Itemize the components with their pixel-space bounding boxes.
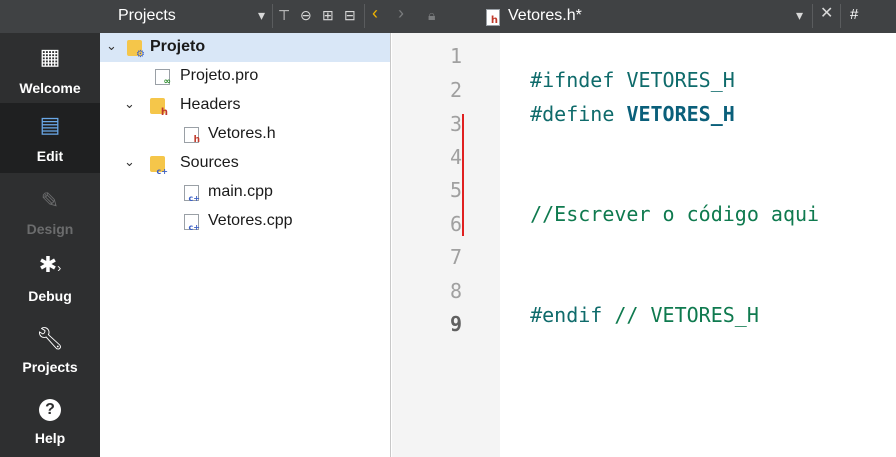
header-file-icon: [486, 9, 500, 26]
header-file-icon: h: [184, 127, 200, 145]
filter-icon[interactable]: ⊤: [278, 6, 290, 24]
symbols-hash[interactable]: #: [850, 6, 858, 24]
line-number: 8: [449, 279, 462, 303]
sources-folder-icon: c+: [150, 156, 168, 176]
mode-label: Projects: [22, 359, 78, 375]
split-add-icon[interactable]: ⊞: [322, 6, 334, 24]
tree-item-label: Vetores.h: [208, 125, 276, 142]
tree-item-label: main.cpp: [208, 183, 273, 200]
cpp-file-icon: c+: [184, 214, 200, 232]
line-number-current: 9: [449, 312, 462, 336]
separator: [364, 4, 365, 28]
tree-item-project[interactable]: ⌄ ⚙ Projeto: [100, 33, 390, 62]
cpp-file-icon: c+: [184, 185, 200, 203]
mode-selector: ▦ Welcome ▤ Edit ✎ Design ✱› Debug 🔧︎ Pr…: [0, 33, 100, 457]
separator: [812, 4, 813, 28]
preprocessor-directive: #endif: [530, 303, 603, 327]
mode-label: Design: [26, 221, 74, 237]
wrench-icon: 🔧︎: [36, 326, 64, 351]
expand-arrow-icon[interactable]: ⌄: [106, 38, 117, 54]
line-number: 3: [449, 112, 462, 136]
dropdown-arrow-icon[interactable]: ▾: [258, 6, 265, 24]
macro-name: VETORES_H: [626, 102, 735, 126]
mode-label: Welcome: [19, 80, 81, 96]
tree-item-pro-file[interactable]: ∞ Projeto.pro: [100, 62, 390, 91]
tree-item-sources[interactable]: ⌄ c+ Sources: [100, 149, 390, 178]
line-number: 7: [449, 245, 462, 269]
expand-arrow-icon[interactable]: ⌄: [124, 154, 135, 170]
line-number: 1: [449, 44, 462, 68]
preprocessor-directive: #define: [530, 102, 615, 126]
top-toolbar: Projects ▾ ⊤ ⊖ ⊞ ⊟ ‹ › 🔒︎ Vetores.h* ▾ ✕…: [0, 0, 896, 33]
code-line-5[interactable]: //Escrever o código aqui: [506, 178, 819, 226]
tree-item-vetores-cpp[interactable]: c+ Vetores.cpp: [100, 207, 390, 236]
code-comment: //Escrever o código aqui: [530, 202, 820, 226]
code-line-2[interactable]: #define VETORES_H: [506, 78, 735, 126]
lock-icon: 🔒︎: [428, 7, 436, 23]
close-pane-icon[interactable]: ⊟: [344, 6, 356, 24]
separator: [840, 4, 841, 28]
project-tree: ⌄ ⚙ Projeto ∞ Projeto.pro ⌄ h Headers h …: [100, 33, 391, 457]
headers-folder-icon: h: [150, 98, 168, 118]
line-number: 5: [449, 178, 462, 202]
close-icon[interactable]: ✕: [820, 5, 833, 23]
tree-item-label: Projeto.pro: [180, 67, 259, 84]
mode-edit[interactable]: ▤ Edit: [0, 103, 100, 173]
projects-pane-title: Projects: [118, 7, 176, 24]
document-icon: ▤: [39, 112, 61, 137]
code-line-8[interactable]: #endif // VETORES_H: [506, 279, 759, 327]
expand-arrow-icon[interactable]: ⌄: [124, 96, 135, 112]
code-comment: // VETORES_H: [614, 303, 759, 327]
question-icon: ?: [0, 395, 100, 421]
line-number: 4: [449, 145, 462, 169]
mode-debug[interactable]: ✱› Debug: [0, 243, 100, 313]
mode-design[interactable]: ✎ Design: [0, 173, 100, 243]
bug-icon: ✱›: [38, 252, 62, 277]
tree-item-label: Vetores.cpp: [208, 212, 293, 229]
line-number: 2: [449, 78, 462, 102]
separator: [272, 4, 273, 28]
line-number: 6: [449, 212, 462, 236]
tree-item-headers[interactable]: ⌄ h Headers: [100, 91, 390, 120]
tree-item-label: Headers: [180, 96, 241, 113]
link-icon[interactable]: ⊖: [300, 6, 312, 24]
tree-item-vetores-h[interactable]: h Vetores.h: [100, 120, 390, 149]
grid-icon: ▦: [39, 44, 61, 69]
back-arrow-icon[interactable]: ‹: [372, 4, 378, 22]
mode-label: Debug: [28, 288, 72, 304]
pencil-icon: ✎: [40, 188, 60, 213]
tree-item-label: Sources: [180, 154, 239, 171]
mode-projects[interactable]: 🔧︎ Projects: [0, 313, 100, 383]
open-docs-dropdown-icon[interactable]: ▾: [796, 6, 803, 24]
change-marker: [462, 114, 464, 236]
mode-welcome[interactable]: ▦ Welcome: [0, 33, 100, 103]
mode-help[interactable]: ? Help: [0, 383, 100, 453]
mode-label: Help: [34, 430, 66, 446]
pro-file-icon: ∞: [155, 69, 171, 87]
tree-item-label: Projeto: [150, 38, 206, 55]
mode-label: Edit: [36, 148, 64, 164]
forward-arrow-icon[interactable]: ›: [398, 4, 404, 22]
open-file-title[interactable]: Vetores.h*: [508, 7, 582, 25]
project-folder-icon: ⚙: [127, 40, 145, 60]
tree-item-main-cpp[interactable]: c+ main.cpp: [100, 178, 390, 207]
